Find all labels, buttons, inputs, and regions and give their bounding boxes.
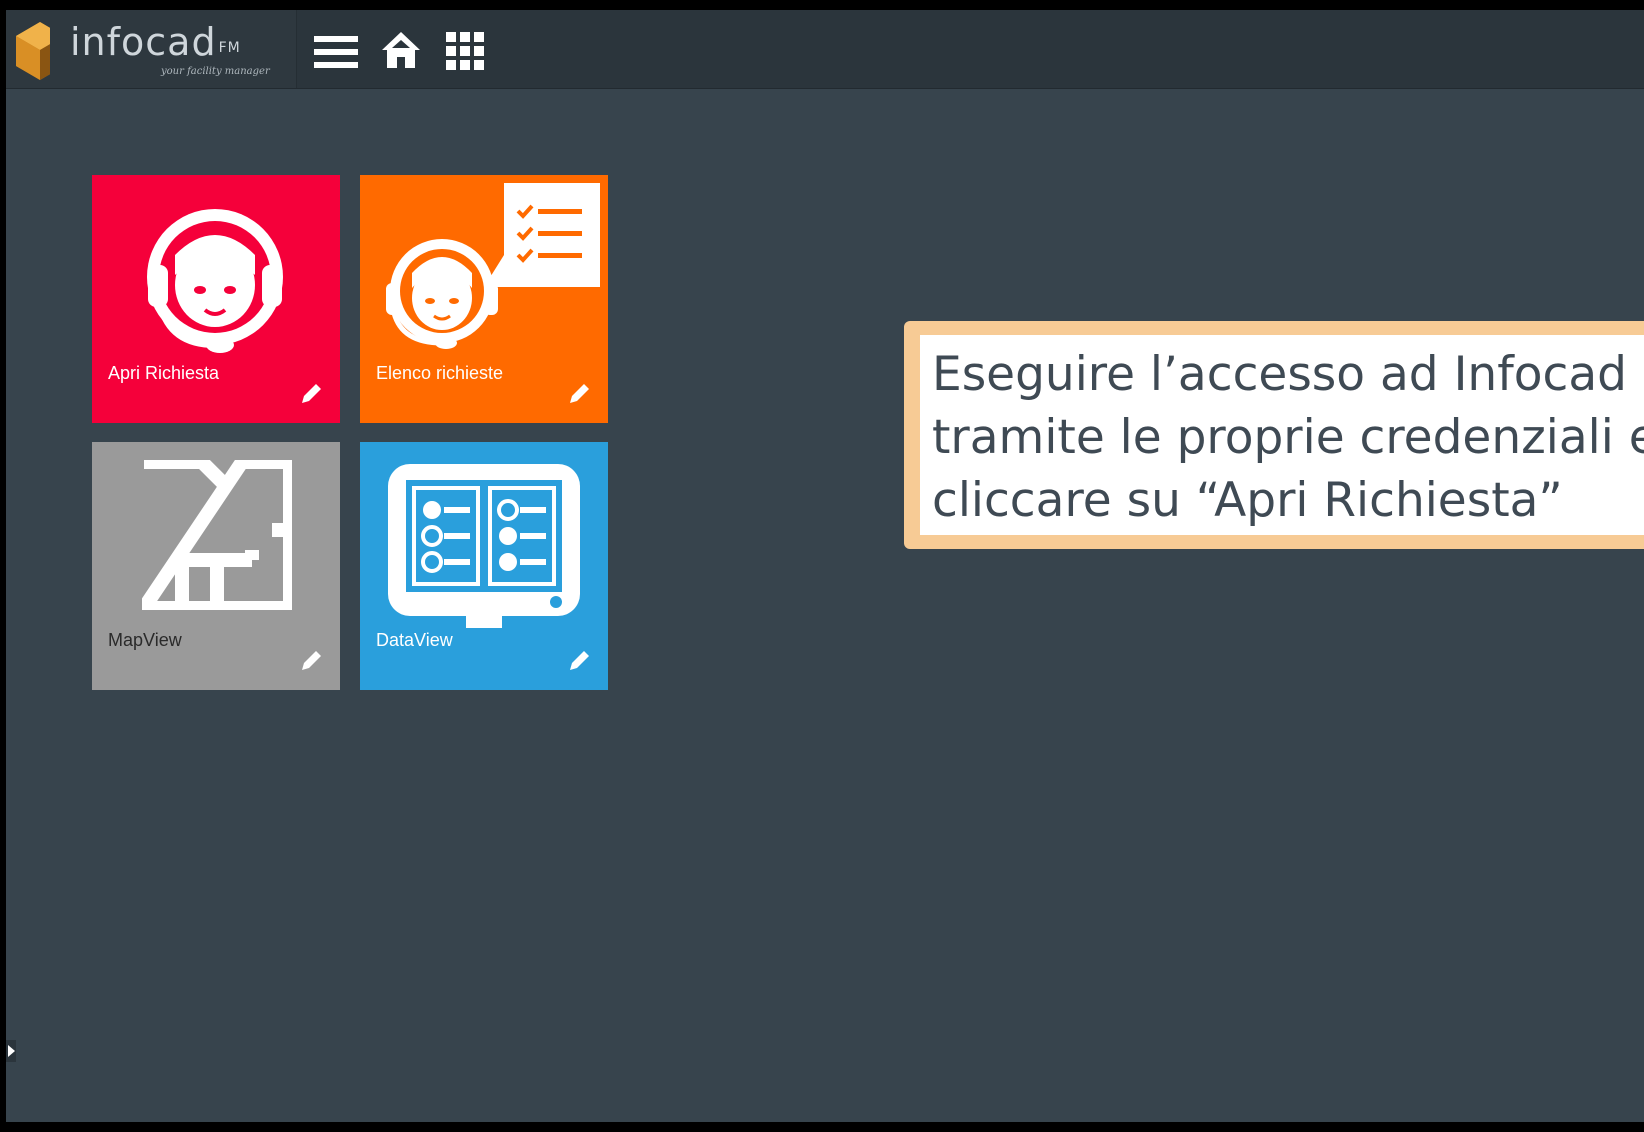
tile-apri-richiesta[interactable]: Apri Richiesta bbox=[92, 175, 340, 423]
hamburger-menu-icon[interactable] bbox=[314, 34, 358, 70]
logo-wordmark: infocad FM bbox=[70, 22, 241, 62]
home-icon[interactable] bbox=[380, 30, 422, 72]
instruction-callout: Eseguire l’accesso ad Infocad tramite le… bbox=[904, 321, 1644, 549]
logo-tagline: your facility manager bbox=[161, 66, 270, 77]
tile-label: Apri Richiesta bbox=[108, 363, 220, 383]
top-bar: infocad FM your facility manager bbox=[6, 10, 1644, 89]
callout-body: Eseguire l’accesso ad Infocad tramite le… bbox=[920, 335, 1644, 535]
tile-mapview[interactable]: MapView bbox=[92, 442, 340, 690]
tile-dataview[interactable]: DataView bbox=[360, 442, 608, 690]
logo[interactable]: infocad FM your facility manager bbox=[6, 10, 297, 88]
tile-label: MapView bbox=[108, 630, 182, 650]
edit-pencil-icon[interactable] bbox=[298, 648, 324, 674]
logo-text: infocad bbox=[70, 20, 217, 64]
operator-checklist-icon bbox=[386, 183, 600, 349]
floor-plan-icon bbox=[142, 460, 292, 610]
operator-headset-icon bbox=[147, 209, 283, 353]
edit-pencil-icon[interactable] bbox=[298, 381, 324, 407]
edit-pencil-icon[interactable] bbox=[566, 648, 592, 674]
side-panel-toggle-icon[interactable] bbox=[6, 1040, 16, 1062]
data-panel-icon bbox=[388, 464, 580, 628]
tile-label: Elenco richieste bbox=[376, 363, 504, 383]
app-window: infocad FM your facility manager Apri Ri… bbox=[6, 10, 1644, 1122]
tile-elenco-richieste[interactable]: Elenco richieste bbox=[360, 175, 608, 423]
tile-label: DataView bbox=[376, 630, 453, 650]
callout-text: Eseguire l’accesso ad Infocad tramite le… bbox=[932, 347, 1644, 528]
edit-pencil-icon[interactable] bbox=[566, 381, 592, 407]
logo-superscript: FM bbox=[218, 40, 241, 56]
grid-apps-icon[interactable] bbox=[444, 30, 486, 72]
logo-mark-icon bbox=[16, 20, 64, 84]
